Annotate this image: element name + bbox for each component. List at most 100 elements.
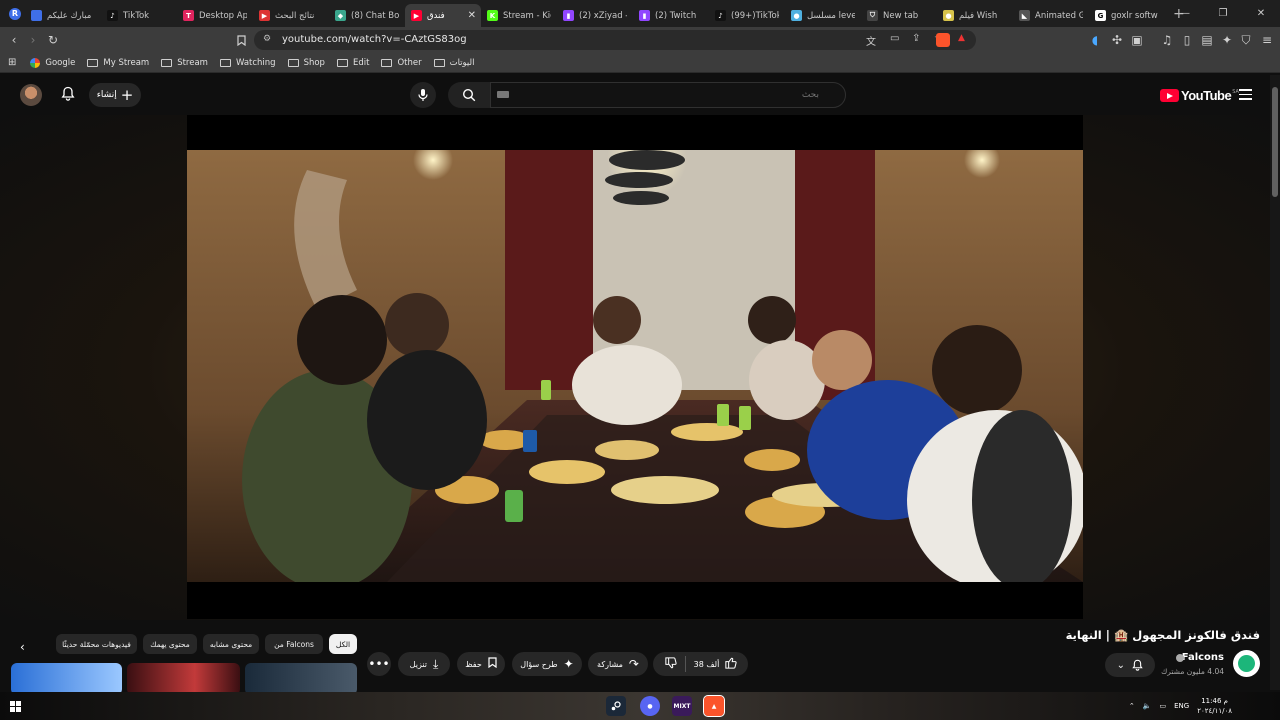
screenshot-icon[interactable]: ▣ [1128, 31, 1146, 49]
reload-icon[interactable]: ↻ [44, 31, 62, 49]
browser-tab[interactable]: مبارك عليكم [25, 4, 101, 27]
bookmark-watching[interactable]: Watching [219, 58, 276, 68]
search-input[interactable] [490, 82, 846, 108]
chip-from-falcons[interactable]: من Falcons [265, 634, 323, 654]
tab-favicon-icon: ♪ [107, 10, 118, 21]
scrollbar-thumb[interactable] [1272, 87, 1278, 197]
cast-icon[interactable]: ▭ [890, 33, 899, 44]
minimize-icon[interactable]: — [1166, 8, 1204, 19]
share-page-icon[interactable]: ⇪ [912, 33, 920, 44]
profile-icon[interactable]: R [9, 7, 21, 20]
tab-favicon-icon: ⛉ [867, 10, 878, 21]
browser-tab[interactable]: ⛉ New tab [861, 4, 937, 27]
brave-shield-icon[interactable] [936, 33, 950, 47]
translate-icon[interactable]: 文 [866, 33, 876, 48]
tab-favicon-icon: ▶ [259, 10, 270, 21]
channel-name[interactable]: Falcons [1182, 652, 1224, 663]
bookmark-arabic-folder[interactable]: اليوتات [433, 58, 474, 68]
wallet-icon[interactable]: ◖ [1086, 31, 1104, 49]
windows-start-icon[interactable] [10, 701, 21, 712]
chip-recently-uploaded[interactable]: فيديوهات محمّلة حديثًا [56, 634, 137, 654]
mixitup-icon[interactable]: MIXT [672, 696, 692, 716]
chip-all[interactable]: الكل [329, 634, 357, 654]
like-button[interactable] [724, 657, 737, 672]
language-indicator[interactable]: ENG [1174, 702, 1189, 710]
youtube-logo[interactable]: YouTube SA [1160, 88, 1239, 103]
download-button[interactable]: تنزيل ⤓ [398, 652, 450, 676]
bookmark-stream[interactable]: Stream [161, 58, 208, 68]
apps-grid-icon[interactable]: ⊞ [8, 57, 16, 68]
media-icon[interactable]: ♫ [1158, 31, 1176, 49]
close-window-icon[interactable]: ✕ [1242, 8, 1280, 19]
browser-tab[interactable]: ◆ (8) Chat Box [329, 4, 405, 27]
channel-avatar[interactable] [1233, 650, 1260, 677]
create-button[interactable]: إنشاء + [89, 83, 141, 107]
tabs-row: مبارك عليكم ♪ TikTok T Desktop Ap ▶ نتائج البح… [25, 0, 1165, 27]
guide-menu-icon[interactable] [1239, 89, 1252, 100]
brave-browser-icon[interactable]: ▲ [703, 695, 725, 717]
browser-tab[interactable]: ▶ فندق ✕ [405, 4, 481, 27]
create-label: إنشاء [96, 90, 117, 100]
restore-icon[interactable]: ❐ [1204, 8, 1242, 19]
more-actions-button[interactable]: ••• [367, 652, 391, 676]
site-info-icon[interactable]: ⚙ [263, 34, 271, 44]
folder-icon [287, 58, 299, 67]
tab-title: نتائج البحث [275, 10, 315, 21]
video-title: فندق فالكونز المجهول 🏨 | النهاية [1065, 628, 1260, 642]
chip-related[interactable]: محتوى مشابه [203, 634, 259, 654]
bookmark-other[interactable]: Other [381, 58, 422, 68]
bookmark-my-stream[interactable]: My Stream [87, 58, 149, 68]
chips-prev-icon[interactable]: ‹ [20, 640, 25, 654]
chip-recommended[interactable]: محتوى يهمك [143, 634, 197, 654]
clock[interactable]: 11:46 م ٢٠٢٤/١١/٠٨ [1197, 696, 1240, 716]
wallet-2-icon[interactable]: ▤ [1198, 31, 1216, 49]
share-button[interactable]: مشاركة ↷ [588, 652, 648, 676]
leo-ai-icon[interactable]: ✦ [1218, 31, 1236, 49]
bookmark-google[interactable]: Google [30, 57, 75, 68]
tray-chevron-icon[interactable]: ⌃ [1129, 702, 1135, 710]
back-icon[interactable]: ‹ [5, 31, 23, 49]
volume-icon[interactable]: 🔈 [1143, 702, 1152, 710]
recommended-video-thumbnail[interactable] [127, 663, 240, 695]
bookmark-shop[interactable]: Shop [287, 58, 325, 68]
extensions-icon[interactable]: ✣ [1108, 31, 1126, 49]
windows-taskbar: ● MIXT ▲ ⌃ 🔈 ▭ ENG 11:46 م ٢٠٢٤/١١/٠٨ [0, 692, 1280, 720]
browser-tab[interactable]: ● فيلم Wish [937, 4, 1013, 27]
discord-icon[interactable]: ● [640, 696, 660, 716]
save-button[interactable]: حفظ [457, 652, 505, 676]
browser-tab[interactable]: ▶ نتائج البحث [253, 4, 329, 27]
browser-tab[interactable]: T Desktop Ap [177, 4, 253, 27]
page-scrollbar[interactable] [1270, 75, 1280, 690]
browser-tab[interactable]: K Stream - Kic [481, 4, 557, 27]
dislike-button[interactable] [664, 656, 677, 672]
bookmark-edit[interactable]: Edit [336, 58, 369, 68]
tab-title: Desktop Ap [199, 10, 247, 21]
recommended-video-thumbnail[interactable] [11, 663, 122, 695]
browser-tab[interactable]: ● مسلسل level [785, 4, 861, 27]
browser-tab[interactable]: ▮ (2) xZiyad - [557, 4, 633, 27]
forward-icon[interactable]: › [24, 31, 42, 49]
bookmark-page-icon[interactable] [232, 31, 250, 49]
video-player[interactable] [187, 115, 1083, 619]
network-icon[interactable]: ▭ [1159, 702, 1166, 710]
browser-tab[interactable]: ♪ (99+)TikTok [709, 4, 785, 27]
keyboard-icon[interactable] [497, 91, 509, 98]
vpn-icon[interactable]: ⛉ [1237, 31, 1255, 49]
browser-menu-icon[interactable]: ≡ [1258, 31, 1276, 49]
notifications-bell-icon[interactable] [61, 86, 75, 105]
steam-icon[interactable] [606, 696, 626, 716]
search-button[interactable] [448, 82, 490, 108]
ask-button[interactable]: طرح سؤال ✦ [512, 652, 582, 676]
address-bar[interactable]: ⚙ youtube.com/watch?v=-CAztGS83og 文 ▭ ⇪ … [254, 30, 976, 50]
brave-rewards-icon[interactable]: ▲ [958, 33, 965, 43]
recommended-video-thumbnail[interactable] [245, 663, 357, 695]
browser-tab[interactable]: ♪ TikTok [101, 4, 177, 27]
close-tab-icon[interactable]: ✕ [468, 10, 476, 21]
sidebar-icon[interactable]: ▯ [1178, 31, 1196, 49]
browser-tab[interactable]: Ggoxlr softw [1089, 4, 1165, 27]
browser-tab[interactable]: ▮ (2) Twitch [633, 4, 709, 27]
avatar[interactable] [20, 84, 42, 106]
browser-tab[interactable]: ◣ Animated G [1013, 4, 1089, 27]
voice-search-button[interactable] [410, 82, 436, 108]
subscribed-button[interactable]: ⌄ [1105, 653, 1155, 677]
